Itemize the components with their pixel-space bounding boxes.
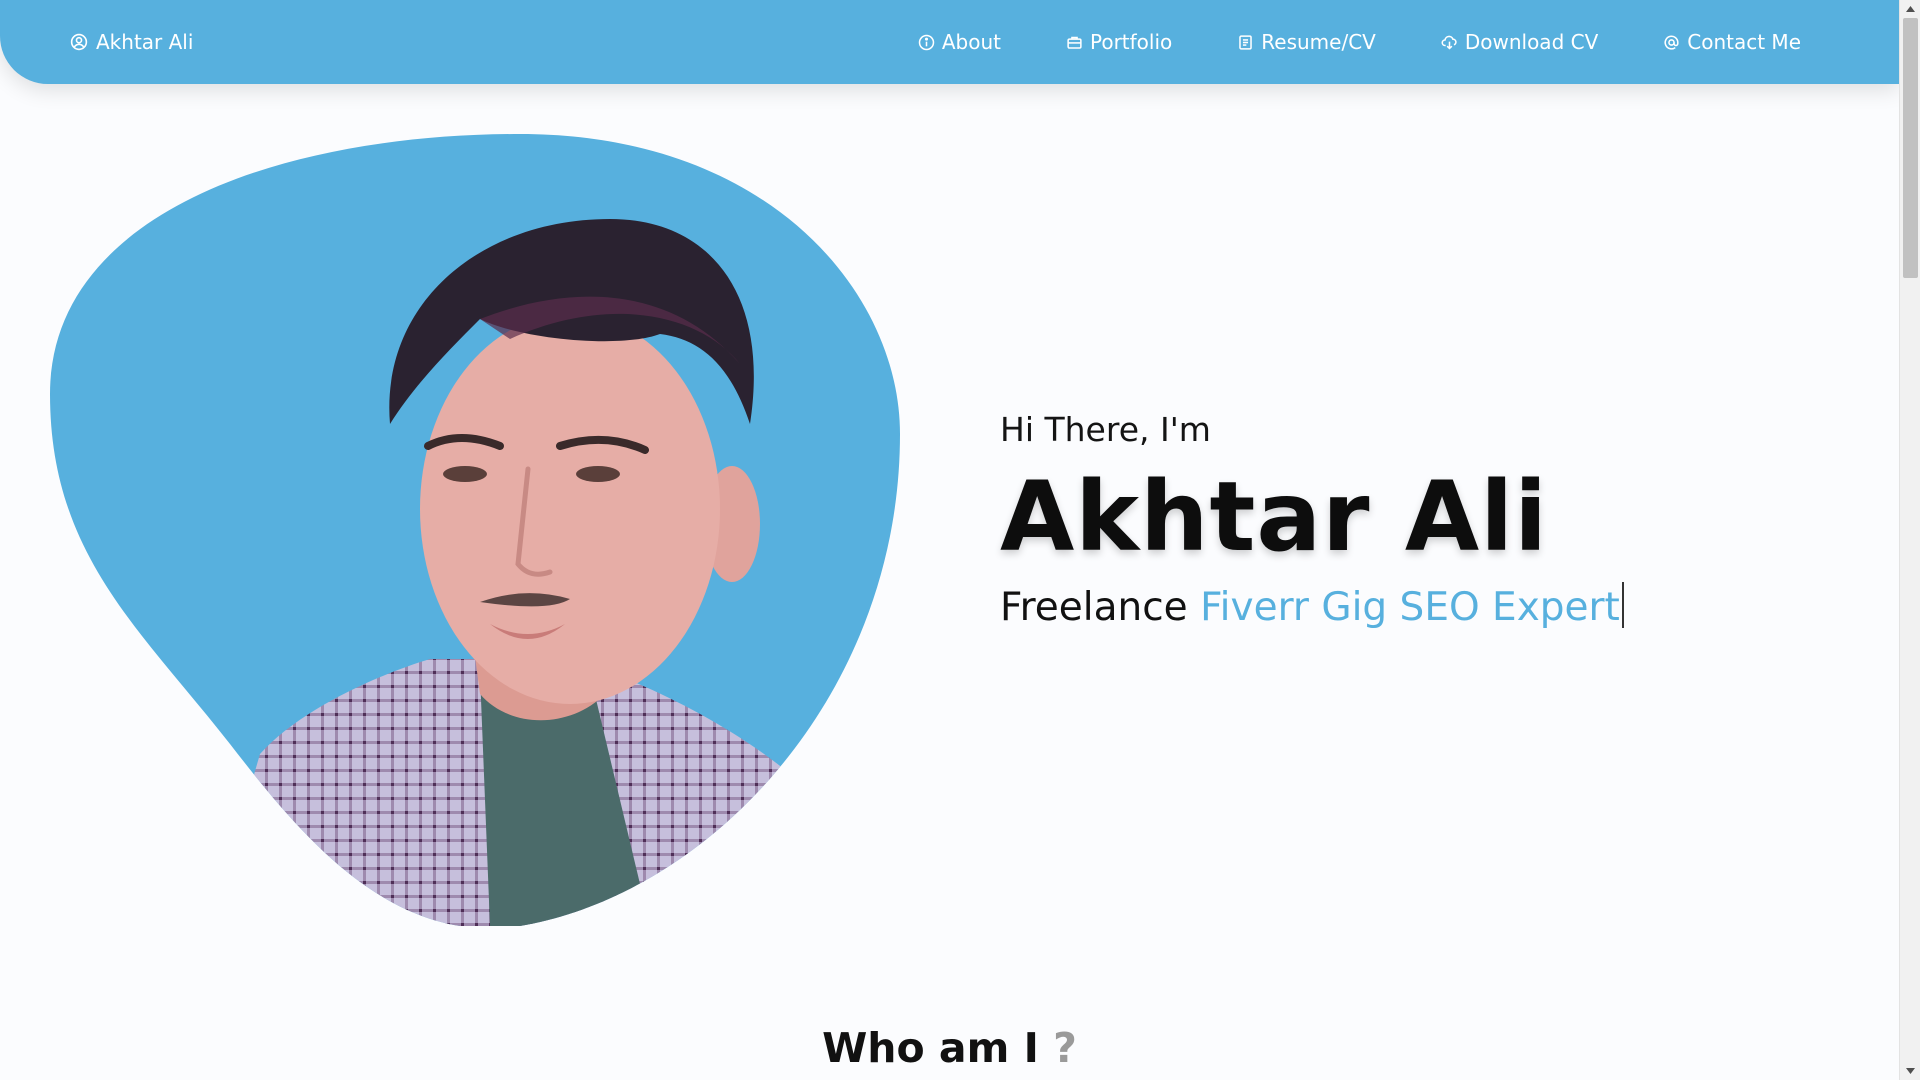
profile-photo — [50, 134, 900, 926]
info-icon — [918, 34, 935, 50]
scroll-up-arrow[interactable] — [1900, 0, 1920, 18]
nav-item-contact[interactable]: Contact Me — [1663, 30, 1801, 54]
typing-caret — [1621, 581, 1624, 628]
nav-item-label: Resume/CV — [1261, 30, 1376, 54]
nav-item-label: Contact Me — [1687, 30, 1801, 54]
about-section-title: Who am I ? — [0, 1024, 1899, 1072]
vertical-scrollbar[interactable] — [1899, 0, 1920, 1080]
triangle-down-icon — [1906, 1068, 1915, 1074]
nav-item-download-cv[interactable]: Download CV — [1441, 30, 1598, 54]
nav-item-label: Download CV — [1464, 30, 1599, 54]
scroll-down-arrow[interactable] — [1900, 1062, 1920, 1080]
brand-name: Akhtar Ali — [96, 30, 194, 54]
about-title: Who am I — [822, 1024, 1039, 1072]
at-icon — [1664, 34, 1679, 50]
about-title-suffix: ? — [1053, 1024, 1077, 1072]
navbar: Akhtar Ali About Portfolio Resume/CV Dow… — [0, 0, 1899, 84]
hero-greeting: Hi There, I'm — [1000, 410, 1211, 449]
hero-name: Akhtar Ali — [1000, 461, 1549, 573]
blob-background — [50, 134, 900, 926]
nav-item-label: About — [941, 30, 1001, 54]
briefcase-icon — [1067, 36, 1082, 49]
tagline-role: Fiverr Gig SEO Expert — [1200, 584, 1620, 630]
tagline-prefix: Freelance — [1000, 584, 1188, 630]
triangle-up-icon — [1906, 6, 1915, 12]
user-circle-icon — [70, 33, 88, 51]
scroll-thumb[interactable] — [1903, 18, 1918, 278]
nav-item-label: Portfolio — [1089, 30, 1173, 54]
nav-item-portfolio[interactable]: Portfolio — [1066, 30, 1172, 54]
document-icon — [1239, 34, 1253, 50]
nav-item-about[interactable]: About — [918, 30, 1001, 54]
hero-text: Hi There, I'm Akhtar Ali Freelance Fiver… — [1000, 410, 1624, 630]
brand-link[interactable]: Akhtar Ali — [70, 30, 193, 54]
hero-tagline: Freelance Fiverr Gig SEO Expert — [1000, 581, 1624, 630]
cloud-download-icon — [1441, 35, 1457, 50]
nav-links: About Portfolio Resume/CV Download CV Co… — [918, 0, 1801, 84]
page: Akhtar Ali About Portfolio Resume/CV Dow… — [0, 0, 1920, 1080]
nav-item-resume[interactable]: Resume/CV — [1237, 30, 1376, 54]
